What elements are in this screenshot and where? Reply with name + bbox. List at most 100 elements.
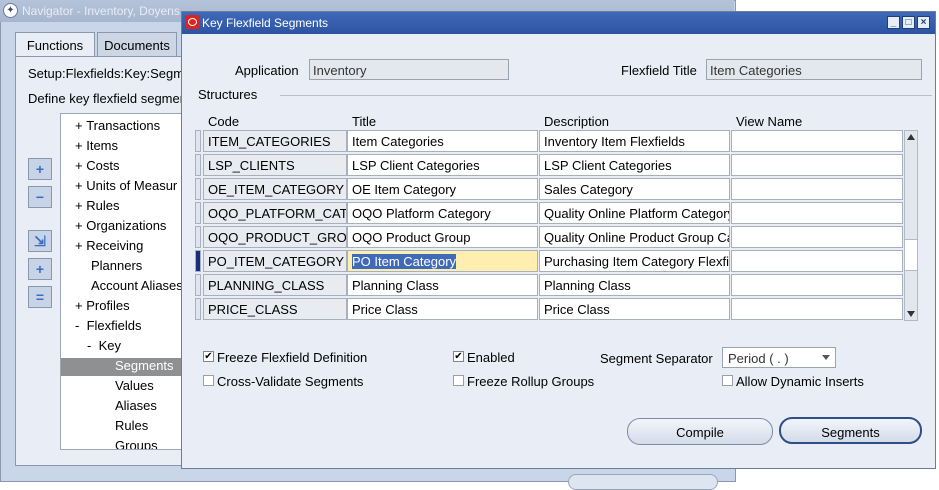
table-cell-title[interactable]: LSP Client Categories [347, 154, 538, 176]
table-cell-code[interactable]: LSP_CLIENTS [203, 154, 347, 176]
table-cell-view-name[interactable] [731, 250, 903, 272]
compile-button[interactable]: Compile [627, 418, 773, 445]
row-selector-current[interactable] [195, 250, 201, 272]
tree-item-selected[interactable]: Segments [61, 358, 199, 376]
maximize-icon[interactable]: □ [902, 16, 915, 29]
setup-path: Setup:Flexfields:Key:Segm [28, 66, 185, 81]
cross-validate-checkbox[interactable] [203, 375, 214, 386]
tree-item[interactable]: + Organizations [75, 218, 166, 233]
oracle-logo-icon [185, 15, 200, 29]
enabled-label: Enabled [467, 350, 515, 365]
chevron-down-icon [822, 355, 830, 360]
collapse-icon[interactable]: − [28, 186, 52, 208]
table-cell-code[interactable]: PRICE_CLASS [203, 298, 347, 320]
table-cell-title[interactable]: Planning Class [347, 274, 538, 296]
column-header-title: Title [352, 114, 377, 129]
tree-item[interactable]: Account Aliases [91, 278, 183, 293]
table-cell-view-name[interactable] [731, 154, 903, 176]
tree-item[interactable]: - Key [87, 338, 121, 353]
row-selector[interactable] [195, 202, 201, 224]
table-cell-code[interactable]: PLANNING_CLASS [203, 274, 347, 296]
expand-branch-icon[interactable]: ⇲ [28, 230, 52, 252]
collapse-all-icon[interactable]: = [28, 286, 52, 308]
table-cell-description[interactable]: Quality Online Product Group Ca [539, 226, 730, 248]
column-header-description: Description [544, 114, 610, 129]
vertical-scrollbar[interactable] [904, 130, 918, 321]
segments-button[interactable]: Segments [779, 417, 922, 444]
freeze-rollup-checkbox[interactable] [453, 375, 464, 386]
table-cell-view-name[interactable] [731, 178, 903, 200]
table-cell-title-active[interactable]: PO Item Category [347, 250, 538, 272]
table-cell-description[interactable]: Price Class [539, 298, 730, 320]
table-cell-code[interactable]: OE_ITEM_CATEGORY [203, 178, 347, 200]
table-cell-view-name[interactable] [731, 130, 903, 152]
row-selector[interactable] [195, 130, 201, 152]
table-cell-code[interactable]: ITEM_CATEGORIES [203, 130, 347, 152]
tree-item[interactable]: Values [115, 378, 154, 393]
table-cell-description[interactable]: Quality Online Platform Category [539, 202, 730, 224]
allow-dynamic-inserts-checkbox[interactable] [722, 375, 733, 386]
freeze-rollup-label: Freeze Rollup Groups [467, 374, 595, 389]
tree-item[interactable]: + Costs [75, 158, 119, 173]
application-label: Application [235, 63, 299, 78]
tree-item[interactable]: - Flexfields [75, 318, 142, 333]
navigator-app-icon: ✦ [3, 3, 18, 18]
scroll-thumb[interactable] [905, 239, 917, 271]
row-selector[interactable] [195, 178, 201, 200]
table-cell-view-name[interactable] [731, 274, 903, 296]
navigator-open-button[interactable] [568, 474, 718, 490]
table-cell-title[interactable]: OQO Product Group [347, 226, 538, 248]
freeze-definition-label: Freeze Flexfield Definition [217, 350, 368, 365]
application-field[interactable]: Inventory [309, 59, 509, 80]
allow-dynamic-inserts-label: Allow Dynamic Inserts [736, 374, 864, 389]
tree-item[interactable]: Groups [115, 438, 158, 449]
table-cell-view-name[interactable] [731, 298, 903, 320]
table-cell-description[interactable]: LSP Client Categories [539, 154, 730, 176]
tree-item[interactable]: + Rules [75, 198, 119, 213]
table-cell-title[interactable]: OQO Platform Category [347, 202, 538, 224]
table-cell-title[interactable]: Price Class [347, 298, 538, 320]
table-cell-code[interactable]: OQO_PLATFORM_CAT [203, 202, 347, 224]
table-cell-view-name[interactable] [731, 202, 903, 224]
tree-item[interactable]: + Items [75, 138, 118, 153]
row-selector[interactable] [195, 298, 201, 320]
table-cell-description[interactable]: Inventory Item Flexfields [539, 130, 730, 152]
minimize-icon[interactable]: _ [887, 16, 900, 29]
tree-item[interactable]: + Receiving [75, 238, 143, 253]
tree-item[interactable]: + Units of Measur [75, 178, 177, 193]
row-selector[interactable] [195, 154, 201, 176]
dialog-title-bar[interactable]: Key Flexfield Segments _ □ × [182, 12, 935, 34]
table-cell-description[interactable]: Planning Class [539, 274, 730, 296]
tab-documents[interactable]: Documents [97, 32, 177, 56]
structures-divider [280, 95, 932, 96]
expand-all-icon[interactable]: + [28, 258, 52, 280]
close-icon[interactable]: × [917, 16, 930, 29]
tree-item[interactable]: Planners [91, 258, 142, 273]
freeze-definition-checkbox[interactable]: ✔ [203, 351, 214, 362]
scroll-down-icon[interactable] [907, 311, 915, 317]
table-cell-code[interactable]: PO_ITEM_CATEGORY [203, 250, 347, 272]
table-cell-description[interactable]: Purchasing Item Category Flexfie [539, 250, 730, 272]
tab-functions[interactable]: Functions [15, 32, 95, 56]
table-cell-title[interactable]: OE Item Category [347, 178, 538, 200]
tree-item[interactable]: + Profiles [75, 298, 130, 313]
column-header-code: Code [208, 114, 240, 129]
table-cell-description[interactable]: Sales Category [539, 178, 730, 200]
tree-item[interactable]: Aliases [115, 398, 157, 413]
column-header-view-name: View Name [736, 114, 803, 129]
table-cell-code[interactable]: OQO_PRODUCT_GROU [203, 226, 347, 248]
tree-item[interactable]: + Transactions [75, 118, 160, 133]
segment-separator-select[interactable]: Period ( . ) [722, 347, 836, 368]
scroll-up-icon[interactable] [907, 134, 915, 140]
flexfield-title-field[interactable]: Item Categories [706, 59, 922, 80]
expand-icon[interactable]: + [28, 158, 52, 180]
tree-item[interactable]: Rules [115, 418, 148, 433]
row-selector[interactable] [195, 226, 201, 248]
function-tree[interactable]: + Transactions + Items + Costs + Units o… [60, 113, 200, 450]
cross-validate-label: Cross-Validate Segments [217, 374, 364, 389]
row-selector[interactable] [195, 274, 201, 296]
enabled-checkbox[interactable]: ✔ [453, 351, 464, 362]
table-cell-title[interactable]: Item Categories [347, 130, 538, 152]
segment-separator-value: Period ( . ) [728, 351, 789, 366]
table-cell-view-name[interactable] [731, 226, 903, 248]
